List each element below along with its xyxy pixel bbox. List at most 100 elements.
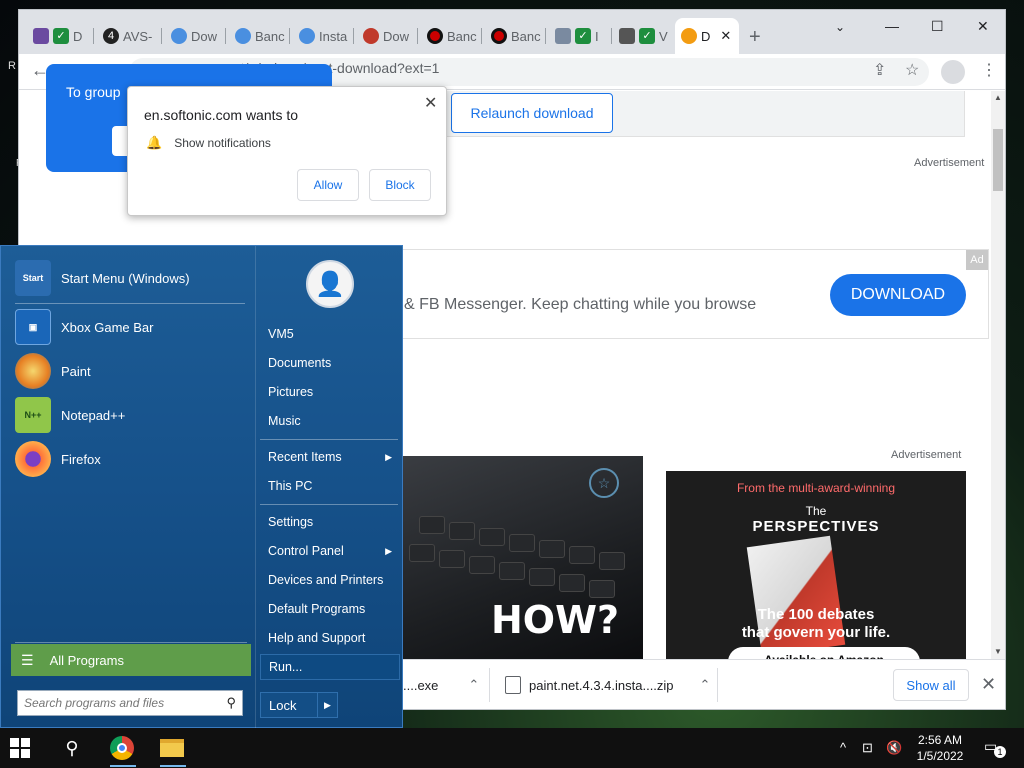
network-icon[interactable]: ⊡ — [862, 740, 873, 756]
laptop-ad-image[interactable]: ☆ HOW? — [399, 456, 643, 659]
windows-start-icon[interactable] — [10, 738, 30, 758]
volume-muted-icon[interactable]: 🔇 — [886, 740, 902, 756]
link-recent-items[interactable]: Recent Items ▶ — [260, 444, 400, 470]
block-button[interactable]: Block — [369, 169, 431, 201]
book-ad-tagline: From the multi-award-winning — [736, 481, 896, 495]
submenu-arrow-icon: ▶ — [385, 545, 392, 556]
amazon-cta-button[interactable]: Available on Amazon — [728, 647, 920, 659]
tab-6[interactable]: Dow — [357, 18, 419, 54]
link-default-programs[interactable]: Default Programs — [260, 596, 400, 622]
desktop-text-r: R — [8, 60, 16, 72]
clock-time: 2:56 AM — [917, 733, 963, 747]
link-help-support[interactable]: Help and Support — [260, 625, 400, 651]
allow-button[interactable]: Allow — [297, 169, 359, 201]
profile-avatar-icon[interactable] — [941, 60, 965, 84]
ad-download-button[interactable]: DOWNLOAD — [830, 274, 966, 316]
link-this-pc[interactable]: This PC — [260, 473, 400, 499]
program-label: Xbox Game Bar — [61, 319, 154, 335]
tab-8[interactable]: Banc — [485, 18, 547, 54]
tab-label: Banc — [255, 28, 285, 44]
program-firefox[interactable]: Firefox — [15, 438, 101, 480]
all-programs-label: All Programs — [49, 652, 124, 668]
clock[interactable]: 2:56 AM 1/5/2022 — [908, 732, 972, 764]
start-menu-places-pane: 👤 VM5 Documents Pictures Music Recent It… — [255, 246, 403, 729]
banner-ad-text: & FB Messenger. Keep chatting while you … — [404, 296, 757, 313]
tab-label: Dow — [383, 28, 410, 44]
download-item-2-name: paint.net.4.3.4.insta....zip — [529, 677, 674, 693]
tab-search-icon[interactable]: ⌄ — [835, 20, 845, 34]
tab-label: Dow — [191, 28, 218, 44]
notification-permission-popup: en.softonic.com wants to ✕ 🔔 Show notifi… — [127, 86, 447, 216]
tab-1[interactable]: ✓ D — [27, 18, 89, 54]
link-documents[interactable]: Documents — [260, 350, 400, 376]
show-all-button[interactable]: Show all — [893, 669, 969, 701]
program-notepad-plus[interactable]: N++ Notepad++ — [15, 394, 125, 436]
tab-group-tip-text: To group — [66, 84, 121, 100]
bookmark-star-icon[interactable]: ☆ — [905, 60, 919, 80]
book-ad-headline: The 100 debates that govern your life. — [666, 606, 966, 642]
link-user[interactable]: VM5 — [260, 321, 400, 347]
menu-kebab-icon[interactable]: ⋮ — [981, 60, 997, 80]
chevron-up-icon[interactable]: ⌃ — [700, 677, 711, 693]
download-item-2[interactable]: paint.net.4.3.4.insta....zip ⌃ — [505, 660, 710, 710]
tab-9[interactable]: ✓ I — [549, 18, 611, 54]
search-icon[interactable]: ⚲ — [58, 734, 86, 762]
maximize-button[interactable]: ☐ — [931, 18, 944, 35]
tab-2[interactable]: 4 AVS- — [97, 18, 159, 54]
start-search-input[interactable] — [24, 696, 214, 710]
tray-overflow-chevron-icon[interactable]: ^ — [840, 740, 846, 755]
laptop-ad-text: HOW? — [491, 598, 620, 642]
link-pictures[interactable]: Pictures — [260, 379, 400, 405]
close-window-button[interactable]: ✕ — [977, 18, 989, 35]
tab-close-icon[interactable]: ✕ — [720, 28, 731, 44]
vertical-scrollbar[interactable]: ▲ ▼ — [991, 91, 1005, 659]
tab-active[interactable]: D ✕ — [675, 18, 739, 54]
close-download-bar-icon[interactable]: ✕ — [981, 674, 996, 695]
lock-options-arrow-icon[interactable]: ▶ — [317, 693, 337, 717]
b-icon — [235, 28, 251, 44]
share-icon[interactable]: ⇪ — [873, 60, 886, 80]
book-ad[interactable]: From the multi-award-winning The PERSPEC… — [666, 471, 966, 659]
tab-5[interactable]: Insta — [293, 18, 355, 54]
banner-ad[interactable]: Ad & FB Messenger. Keep chatting while y… — [399, 249, 989, 339]
search-icon[interactable]: ⚲ — [226, 695, 236, 711]
mixed-icon — [33, 28, 49, 44]
program-paint[interactable]: Paint — [15, 350, 91, 392]
scrollbar-thumb[interactable] — [993, 129, 1003, 191]
chrome-icon[interactable] — [108, 734, 136, 762]
tab-4[interactable]: Banc — [229, 18, 291, 54]
program-label: Paint — [61, 363, 91, 379]
start-search-box[interactable]: ⚲ — [17, 690, 243, 716]
link-devices-printers[interactable]: Devices and Printers — [260, 567, 400, 593]
chevron-up-icon[interactable]: ⌃ — [468, 677, 479, 693]
tab-label: Banc — [511, 28, 541, 44]
book-headline-line-1: The 100 debates — [757, 606, 875, 623]
minimize-button[interactable]: — — [885, 18, 899, 34]
new-tab-button[interactable]: + — [749, 26, 761, 49]
link-run[interactable]: Run... — [260, 654, 400, 680]
ad-badge: Ad — [966, 250, 988, 270]
link-music[interactable]: Music — [260, 408, 400, 434]
clock-date: 1/5/2022 — [916, 749, 964, 763]
scroll-down-icon[interactable]: ▼ — [994, 647, 1002, 656]
download-item-1[interactable]: ....exe ⌃ — [403, 660, 479, 710]
program-label: Start Menu (Windows) — [61, 270, 190, 286]
submenu-arrow-icon: ▶ — [385, 451, 392, 462]
link-control-panel[interactable]: Control Panel ▶ — [260, 538, 400, 564]
link-settings[interactable]: Settings — [260, 509, 400, 535]
program-start-menu[interactable]: Start Start Menu (Windows) — [15, 257, 190, 299]
lock-button[interactable]: Lock ▶ — [260, 692, 338, 718]
book-headline-line-2: that govern your life. — [741, 624, 891, 641]
user-avatar-icon[interactable]: 👤 — [306, 260, 354, 308]
relaunch-download-button[interactable]: Relaunch download — [451, 93, 613, 133]
action-center-icon[interactable]: ▭ 1 — [984, 738, 1006, 758]
program-xbox-game-bar[interactable]: ▣ Xbox Game Bar — [15, 306, 154, 348]
tab-3[interactable]: Dow — [165, 18, 227, 54]
file-explorer-icon[interactable] — [158, 734, 186, 762]
tab-7[interactable]: Banc — [421, 18, 483, 54]
scroll-up-icon[interactable]: ▲ — [994, 93, 1002, 102]
all-programs-button[interactable]: ☰ All Programs — [11, 644, 251, 676]
tab-10[interactable]: ✓ V — [613, 18, 675, 54]
xbox-game-bar-icon: ▣ — [15, 309, 51, 345]
close-popup-icon[interactable]: ✕ — [424, 93, 437, 113]
